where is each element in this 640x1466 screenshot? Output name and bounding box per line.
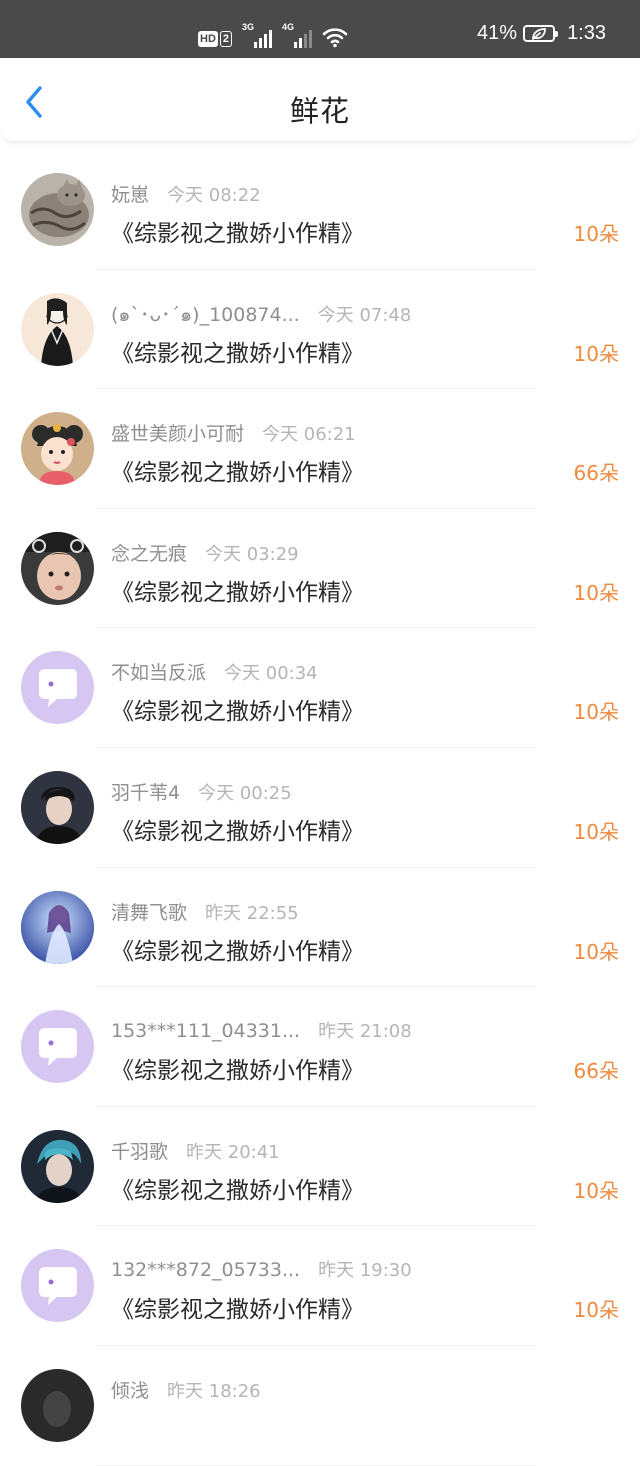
list-item[interactable]: 不如当反派 今天 00:34 《综影视之撒娇小作精》 10朵 — [0, 628, 640, 748]
list-item[interactable]: 132***872_05733... 昨天 19:30 《综影视之撒娇小作精》 … — [0, 1226, 640, 1346]
meta-line: 念之无痕 今天 03:29 — [111, 539, 299, 566]
status-icons: HD 2 3G 4G — [198, 22, 348, 48]
meta-line: 倾浅 昨天 18:26 — [111, 1376, 261, 1403]
list-item[interactable]: 妧崽 今天 08:22 《综影视之撒娇小作精》 10朵 — [0, 150, 640, 270]
flower-count: 66朵 — [573, 461, 619, 486]
sim-label: 2 — [219, 31, 233, 47]
flower-count: 10朵 — [573, 1178, 619, 1203]
username[interactable]: 盛世美颜小可耐 — [111, 419, 244, 446]
username[interactable]: 妧崽 — [111, 180, 149, 207]
timestamp: 今天 03:29 — [205, 543, 299, 565]
list-item[interactable]: 念之无痕 今天 03:29 《综影视之撒娇小作精》 10朵 — [0, 509, 640, 629]
page-title: 鲜花 — [289, 94, 350, 128]
book-title[interactable]: 《综影视之撒娇小作精》 — [111, 1290, 364, 1324]
avatar[interactable] — [21, 1249, 94, 1323]
book-title[interactable]: 《综影视之撒娇小作精》 — [111, 932, 364, 966]
flower-count: 10朵 — [573, 222, 619, 246]
status-bar: HD 2 3G 4G 41% 1:33 — [0, 0, 640, 58]
meta-line: 妧崽 今天 08:22 — [111, 180, 261, 207]
timestamp: 昨天 21:08 — [318, 1021, 412, 1043]
book-title[interactable]: 《综影视之撒娇小作精》 — [111, 1051, 364, 1085]
list-item[interactable]: 清舞飞歌 昨天 22:55 《综影视之撒娇小作精》 10朵 — [0, 868, 640, 988]
timestamp: 今天 08:22 — [167, 185, 261, 206]
avatar[interactable] — [21, 1010, 94, 1084]
meta-line: 清舞飞歌 昨天 22:55 — [111, 898, 299, 925]
avatar[interactable] — [21, 412, 94, 486]
username[interactable]: 千羽歌 — [111, 1137, 168, 1164]
timestamp: 今天 06:21 — [262, 424, 356, 446]
book-title[interactable]: 《综影视之撒娇小作精》 — [111, 1171, 364, 1205]
meta-line: (๑`･ᴗ･´๑)_100874... 今天 07:48 — [111, 300, 411, 330]
username[interactable]: 念之无痕 — [111, 539, 187, 566]
book-title[interactable]: 《综影视之撒娇小作精》 — [111, 573, 364, 607]
list-item[interactable]: 盛世美颜小可耐 今天 06:21 《综影视之撒娇小作精》 66朵 — [0, 389, 640, 509]
book-title[interactable]: 《综影视之撒娇小作精》 — [111, 812, 364, 846]
avatar[interactable] — [21, 651, 94, 725]
book-title[interactable]: 《综影视之撒娇小作精》 — [111, 334, 364, 368]
signal-4g-icon: 4G — [282, 22, 313, 48]
username[interactable]: 倾浅 — [111, 1376, 149, 1403]
flower-gift-list: 妧崽 今天 08:22 《综影视之撒娇小作精》 10朵 (๑`･ᴗ･´๑)_10… — [0, 150, 640, 1466]
meta-line: 羽千苇4 今天 00:25 — [111, 778, 292, 805]
flower-count: 10朵 — [573, 341, 619, 366]
list-item[interactable]: 153***111_04331... 昨天 21:08 《综影视之撒娇小作精》 … — [0, 987, 640, 1107]
flower-count: 10朵 — [573, 939, 619, 964]
battery-saver-icon — [523, 25, 559, 42]
network-type-label: 4G — [282, 22, 295, 32]
avatar[interactable] — [21, 1129, 94, 1203]
divider — [96, 1464, 536, 1466]
flower-count: 10朵 — [573, 1298, 619, 1323]
list-item[interactable]: 千羽歌 昨天 20:41 《综影视之撒娇小作精》 10朵 — [0, 1107, 640, 1227]
meta-line: 盛世美颜小可耐 今天 06:21 — [111, 419, 356, 446]
battery-percent: 41% — [477, 22, 518, 44]
meta-line: 153***111_04331... 昨天 21:08 — [111, 1017, 412, 1043]
list-item[interactable]: (๑`･ᴗ･´๑)_100874... 今天 07:48 《综影视之撒娇小作精》… — [0, 270, 640, 390]
status-right: 41% 1:33 — [477, 22, 606, 45]
book-title[interactable]: 《综影视之撒娇小作精》 — [111, 692, 364, 726]
username[interactable]: 清舞飞歌 — [111, 898, 187, 925]
list-item[interactable]: 羽千苇4 今天 00:25 《综影视之撒娇小作精》 10朵 — [0, 748, 640, 868]
network-type-label: 3G — [242, 22, 255, 32]
book-title[interactable]: 《综影视之撒娇小作精》 — [111, 453, 364, 487]
timestamp: 昨天 19:30 — [318, 1260, 412, 1282]
clock: 1:33 — [567, 22, 606, 44]
wifi-icon — [322, 28, 348, 48]
timestamp: 今天 00:34 — [224, 663, 318, 685]
book-title[interactable]: 《综影视之撒娇小作精》 — [111, 214, 364, 248]
timestamp: 今天 00:25 — [198, 782, 292, 804]
flower-count: 10朵 — [573, 700, 619, 725]
nav-header: 鲜花 — [0, 58, 640, 142]
list-item[interactable]: 倾浅 昨天 18:26 — [0, 1346, 640, 1466]
avatar[interactable] — [21, 292, 94, 366]
hd-icon: HD 2 — [198, 30, 233, 48]
meta-line: 千羽歌 昨天 20:41 — [111, 1137, 280, 1164]
avatar[interactable] — [21, 531, 94, 605]
username[interactable]: 羽千苇4 — [111, 778, 180, 805]
timestamp: 昨天 22:55 — [205, 902, 299, 924]
flower-count: 66朵 — [573, 1059, 619, 1084]
username[interactable]: (๑`･ᴗ･´๑)_100874... — [111, 300, 300, 330]
username[interactable]: 132***872_05733... — [111, 1259, 300, 1281]
timestamp: 昨天 18:26 — [167, 1380, 261, 1402]
avatar[interactable] — [21, 890, 94, 964]
signal-3g-icon: 3G — [242, 22, 273, 48]
username[interactable]: 153***111_04331... — [111, 1020, 300, 1042]
username[interactable]: 不如当反派 — [111, 658, 206, 685]
timestamp: 今天 07:48 — [317, 304, 412, 326]
meta-line: 不如当反派 今天 00:34 — [111, 658, 318, 685]
meta-line: 132***872_05733... 昨天 19:30 — [111, 1256, 412, 1282]
flower-count: 10朵 — [573, 580, 619, 605]
flower-count: 10朵 — [573, 819, 619, 844]
avatar[interactable] — [21, 173, 94, 246]
avatar[interactable] — [21, 1368, 94, 1442]
timestamp: 昨天 20:41 — [186, 1141, 280, 1163]
hd-label: HD — [198, 31, 218, 47]
avatar[interactable] — [21, 770, 94, 844]
